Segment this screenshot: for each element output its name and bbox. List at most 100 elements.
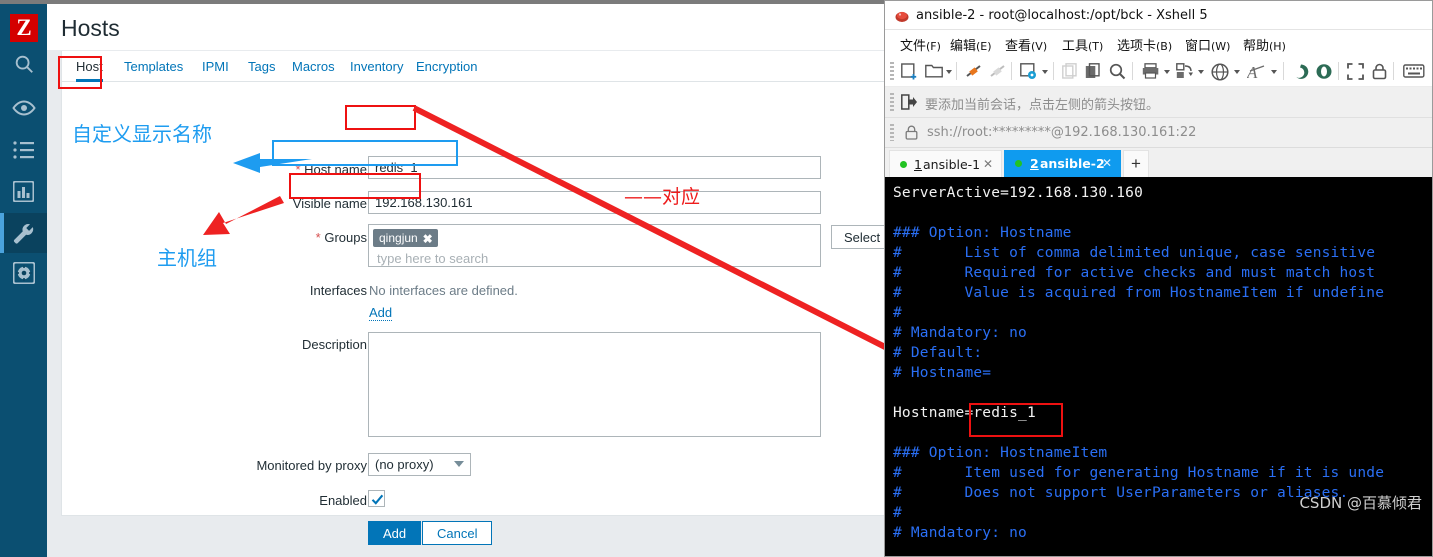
- monitoring-eye-icon[interactable]: [0, 88, 47, 128]
- zabbix-logo[interactable]: Z: [10, 14, 38, 42]
- description-textarea[interactable]: [368, 332, 821, 437]
- chevron-down-icon-open[interactable]: [946, 70, 952, 74]
- new-session-icon[interactable]: [901, 63, 918, 80]
- terminal-line-5: # Value is acquired from HostnameItem if…: [893, 285, 1385, 301]
- terminal-output[interactable]: ServerActive=192.168.130.160 ### Option:…: [885, 177, 1432, 556]
- add-session-arrow-icon[interactable]: [901, 94, 917, 110]
- tab-inventory[interactable]: Inventory: [350, 51, 403, 82]
- menu-tabs[interactable]: 选项卡(B): [1117, 35, 1172, 54]
- toolbar-divider-6: [1338, 62, 1339, 80]
- cancel-button[interactable]: Cancel: [422, 521, 493, 545]
- tab-label-2: ansible-2: [1040, 156, 1105, 171]
- menu-window-label: 窗口: [1185, 39, 1212, 54]
- add-interface-link[interactable]: Add: [369, 305, 393, 321]
- xftp-shell-icon[interactable]: [1292, 63, 1310, 80]
- terminal-line-4: # Required for active checks and must ma…: [893, 265, 1376, 281]
- session-tab-ansible-1[interactable]: 1 ansible-1 ✕: [889, 150, 1002, 177]
- new-tab-button[interactable]: +: [1123, 150, 1149, 177]
- fullscreen-icon[interactable]: [1347, 63, 1364, 80]
- terminal-line-6: #: [893, 305, 902, 321]
- toolbar-divider-1: [956, 62, 957, 80]
- groups-label-text: Groups: [324, 230, 367, 245]
- close-icon[interactable]: ✖: [423, 230, 433, 248]
- xshell-address-bar[interactable]: ssh://root:*********@192.168.130.161:22: [885, 118, 1432, 148]
- administration-gear-icon[interactable]: [0, 253, 47, 293]
- tab-host[interactable]: Host: [76, 51, 103, 82]
- terminal-line-17: # Mandatory: no: [893, 525, 1027, 541]
- menu-window[interactable]: 窗口(W): [1185, 35, 1230, 54]
- terminal-line-0: ServerActive=192.168.130.160: [893, 185, 1144, 201]
- xagent-icon[interactable]: [1315, 63, 1333, 80]
- zabbix-content: Hosts Host Templates IPMI Tags Macros In…: [47, 4, 890, 557]
- groups-label: * Groups: [252, 230, 367, 245]
- menu-help[interactable]: 帮助(H): [1243, 35, 1286, 54]
- monitored-by-proxy-label: Monitored by proxy: [256, 458, 367, 473]
- visible-name-input[interactable]: [368, 191, 821, 214]
- terminal-line-9: # Hostname=: [893, 365, 992, 381]
- connect-plug-icon[interactable]: [965, 63, 983, 80]
- font-appearance-icon[interactable]: A: [1247, 63, 1267, 80]
- cut-copy-disabled-icon: [1062, 63, 1077, 79]
- find-search-icon[interactable]: [1109, 63, 1126, 80]
- chevron-down-icon-transfer[interactable]: [1198, 70, 1204, 74]
- groups-search-placeholder[interactable]: type here to search: [377, 251, 488, 266]
- open-folder-icon[interactable]: [925, 63, 943, 78]
- annotation-host-group: 主机组: [157, 246, 217, 270]
- session-tab-ansible-2[interactable]: 2 ansible-2 ✕: [1004, 150, 1121, 177]
- transfer-file-icon[interactable]: [1176, 63, 1194, 79]
- terminal-line-15: # Does not support UserParameters or ali…: [893, 485, 1349, 501]
- add-button[interactable]: Add: [368, 521, 422, 545]
- proxy-select[interactable]: (no proxy): [368, 453, 471, 476]
- list-icon[interactable]: [0, 130, 47, 170]
- tab-close-icon-1[interactable]: ✕: [983, 151, 993, 178]
- required-marker-groups: *: [315, 230, 321, 245]
- select-button[interactable]: Select: [831, 225, 890, 249]
- tab-templates[interactable]: Templates: [124, 51, 183, 82]
- enabled-checkbox[interactable]: [368, 490, 385, 507]
- disconnect-plug-icon[interactable]: [989, 63, 1007, 80]
- session-properties-icon[interactable]: [1020, 63, 1038, 79]
- chevron-down-icon-print[interactable]: [1164, 70, 1170, 74]
- keyboard-icon[interactable]: [1403, 63, 1425, 79]
- tab-macros[interactable]: Macros: [292, 51, 335, 82]
- group-chip-qingjun[interactable]: qingjun ✖: [373, 229, 438, 247]
- menu-file-mnemonic: (F): [926, 40, 941, 53]
- tab-tags[interactable]: Tags: [248, 51, 275, 82]
- host-name-input[interactable]: [368, 156, 821, 179]
- toolbar-divider-3: [1053, 62, 1054, 80]
- watermark-text: CSDN @百慕倾君: [1299, 494, 1422, 512]
- host-name-label-text: Host name: [304, 162, 367, 177]
- chevron-down-icon-properties[interactable]: [1042, 70, 1048, 74]
- terminal-line-14: # Item used for generating Hostname if i…: [893, 465, 1385, 481]
- menu-edit[interactable]: 编辑(E): [950, 35, 992, 54]
- menu-tools[interactable]: 工具(T): [1062, 35, 1103, 54]
- tab-close-icon-2[interactable]: ✕: [1102, 150, 1112, 177]
- tab-encryption[interactable]: Encryption: [416, 51, 477, 82]
- groups-multiselect[interactable]: qingjun ✖ type here to search: [368, 224, 821, 267]
- menu-view[interactable]: 查看(V): [1005, 35, 1047, 54]
- toolbar-divider-7: [1393, 62, 1394, 80]
- terminal-line-11: Hostname=redis_1: [893, 405, 1036, 421]
- menu-file[interactable]: 文件(F): [900, 35, 941, 54]
- print-icon[interactable]: [1142, 63, 1160, 79]
- configuration-wrench-icon[interactable]: [0, 213, 47, 253]
- annotation-custom-display-name: 自定义显示名称: [72, 122, 212, 146]
- menu-view-mnemonic: (V): [1031, 40, 1048, 53]
- tab-ipmi[interactable]: IPMI: [202, 51, 229, 82]
- search-icon[interactable]: [0, 44, 47, 84]
- chevron-down-icon-font[interactable]: [1271, 70, 1277, 74]
- tab-index-1: 1: [914, 157, 922, 172]
- paste-icon[interactable]: [1085, 63, 1102, 79]
- xshell-window: ansible-2 - root@localhost:/opt/bck - Xs…: [884, 0, 1433, 557]
- reports-chart-icon[interactable]: [0, 171, 47, 211]
- address-text[interactable]: ssh://root:*********@192.168.130.161:22: [927, 125, 1196, 140]
- tab-label-1: ansible-1: [923, 157, 981, 172]
- terminal-line-8: # Default:: [893, 345, 983, 361]
- chevron-down-icon-globe[interactable]: [1234, 70, 1240, 74]
- terminal-line-2: ### Option: Hostname: [893, 225, 1072, 241]
- xshell-toolbar: A: [885, 56, 1432, 87]
- menu-help-mnemonic: (H): [1269, 40, 1286, 53]
- group-chip-label: qingjun: [379, 231, 418, 245]
- lock-icon[interactable]: [1372, 63, 1387, 80]
- globe-icon[interactable]: [1211, 63, 1229, 81]
